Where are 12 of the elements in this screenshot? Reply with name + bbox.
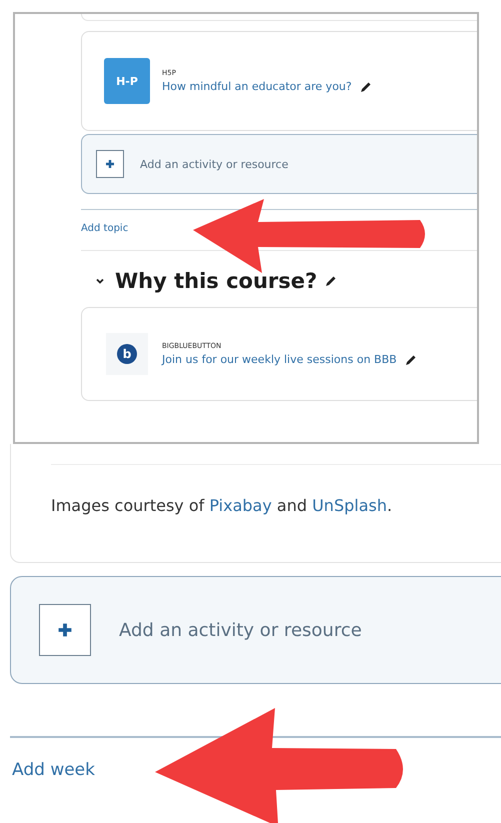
h5p-logo-icon: H-P [104,58,150,104]
section-title: Why this course? [115,269,318,293]
credits-text: Images courtesy of Pixabay and UnSplash. [51,496,392,515]
add-activity-button[interactable]: Add an activity or resource [81,134,477,194]
activity-link[interactable]: Join us for our weekly live sessions on BBB [162,353,397,366]
credit-link[interactable]: UnSplash [312,496,387,515]
add-activity-button[interactable]: Add an activity or resource [10,576,501,684]
add-topic-link[interactable]: Add topic [81,210,128,234]
bigbluebutton-logo-icon: b [117,344,137,364]
activity-link[interactable]: How mindful an educator are you? [162,80,352,93]
add-week-link[interactable]: Add week [12,760,95,780]
credit-link[interactable]: Pixabay [209,496,272,515]
